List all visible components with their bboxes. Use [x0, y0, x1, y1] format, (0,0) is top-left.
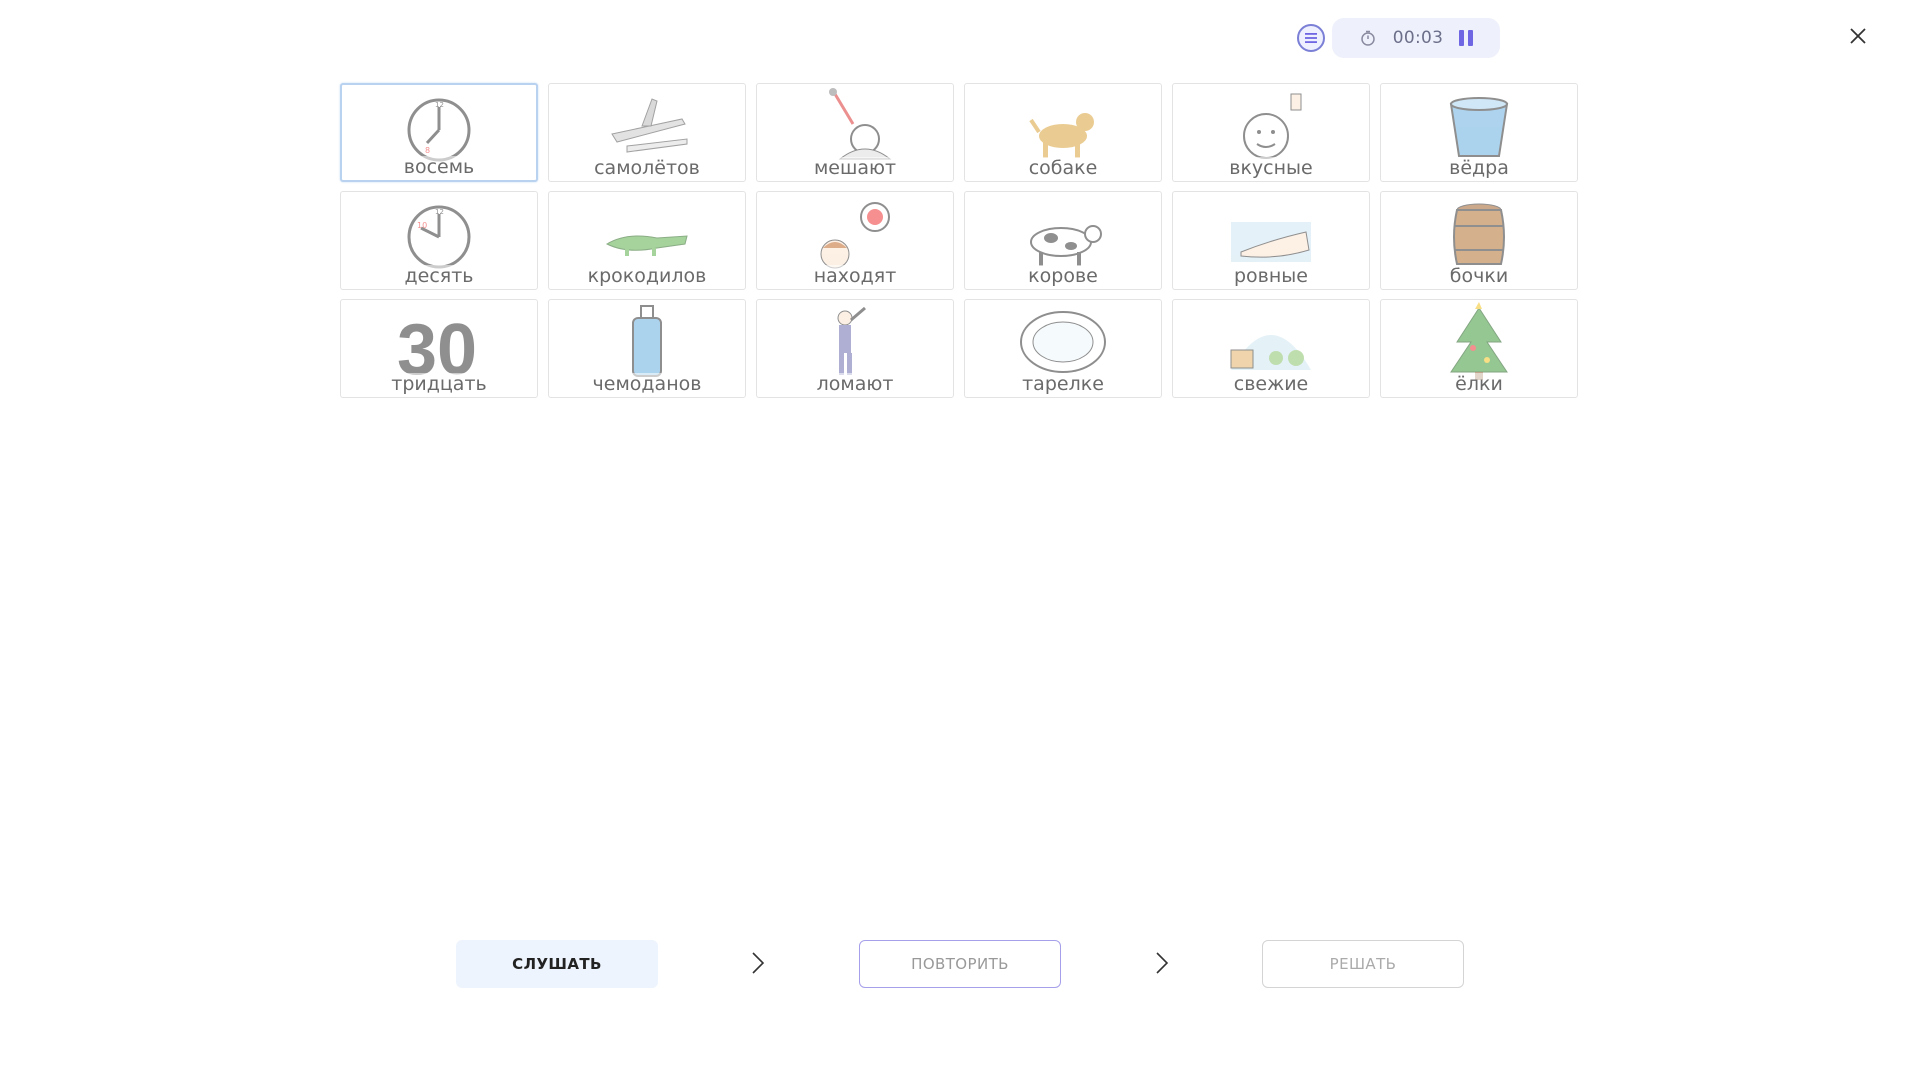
airplanes-icon — [611, 98, 688, 153]
word-card-grid: 12 8 восемь самолётов мешают собаке вкусные вёд… — [340, 83, 1578, 398]
flat-surface-icon — [1231, 222, 1311, 262]
card-word: собаке — [965, 157, 1161, 179]
stopwatch-icon — [1361, 30, 1375, 46]
card-word: находят — [757, 265, 953, 287]
card-word: тарелке — [965, 373, 1161, 395]
chevron-right-icon — [752, 952, 765, 974]
bucket-icon — [1449, 97, 1509, 157]
listen-button[interactable]: СЛУШАТЬ — [456, 940, 658, 988]
dog-icon — [1029, 113, 1094, 158]
word-card[interactable]: мешают — [756, 83, 954, 182]
word-card[interactable]: чемоданов — [548, 299, 746, 398]
card-picture — [549, 300, 745, 380]
card-word: тридцать — [341, 373, 537, 395]
close-icon[interactable] — [1846, 24, 1870, 48]
card-word: свежие — [1173, 373, 1369, 395]
word-card[interactable]: самолётов — [548, 83, 746, 182]
card-word: ровные — [1173, 265, 1369, 287]
card-word: восемь — [342, 156, 536, 178]
menu-button[interactable] — [1297, 24, 1325, 52]
card-word: вёдра — [1381, 157, 1577, 179]
exercise-screen: 00:03 12 8 восемь самолётов мешают собаке вкус… — [0, 0, 1920, 1080]
card-picture: 12 10 — [341, 192, 537, 272]
card-word: ёлки — [1381, 373, 1577, 395]
timer-value: 00:03 — [1392, 28, 1444, 48]
card-word: чемоданов — [549, 373, 745, 395]
clock-ten-icon: 12 10 — [407, 205, 471, 269]
svg-text:30: 30 — [397, 310, 477, 380]
card-picture — [965, 192, 1161, 272]
word-card[interactable]: 30 тридцать — [340, 299, 538, 398]
card-picture — [757, 300, 953, 380]
disturb-icon — [829, 88, 892, 160]
plate-icon — [1020, 311, 1106, 373]
card-word: крокодилов — [549, 265, 745, 287]
barrel-icon — [1453, 203, 1505, 265]
word-card[interactable]: 12 8 восемь — [340, 83, 538, 182]
word-card[interactable]: находят — [756, 191, 954, 290]
tasty-icon — [1243, 93, 1302, 159]
word-card[interactable]: ёлки — [1380, 299, 1578, 398]
word-card[interactable]: бочки — [1380, 191, 1578, 290]
svg-text:12: 12 — [435, 208, 444, 216]
timer-pill: 00:03 — [1332, 18, 1500, 58]
cow-icon — [1030, 225, 1102, 266]
svg-text:12: 12 — [435, 101, 444, 109]
svg-text:8: 8 — [425, 146, 430, 155]
card-word: бочки — [1381, 265, 1577, 287]
card-picture — [1173, 300, 1369, 380]
word-card[interactable]: крокодилов — [548, 191, 746, 290]
card-word: корове — [965, 265, 1161, 287]
word-card[interactable]: вёдра — [1380, 83, 1578, 182]
word-card[interactable]: собаке — [964, 83, 1162, 182]
word-card[interactable]: 12 10 десять — [340, 191, 538, 290]
suitcase-icon — [632, 305, 662, 377]
christmas-tree-icon — [1450, 302, 1508, 380]
card-picture — [1381, 300, 1577, 380]
card-picture — [1381, 84, 1577, 164]
svg-text:10: 10 — [417, 221, 427, 230]
word-card[interactable]: корове — [964, 191, 1162, 290]
word-card[interactable]: вкусные — [1172, 83, 1370, 182]
card-picture: 12 8 — [342, 85, 536, 165]
find-icon — [820, 202, 890, 269]
card-word: самолётов — [549, 157, 745, 179]
card-word: мешают — [757, 157, 953, 179]
word-card[interactable]: свежие — [1172, 299, 1370, 398]
word-card[interactable]: ломают — [756, 299, 954, 398]
clock-eight-icon: 12 8 — [407, 98, 471, 162]
card-picture — [1381, 192, 1577, 272]
card-word: десять — [341, 265, 537, 287]
break-icon — [837, 306, 866, 375]
card-picture — [757, 84, 953, 164]
repeat-button[interactable]: ПОВТОРИТЬ — [859, 940, 1061, 988]
card-picture — [965, 84, 1161, 164]
card-picture — [1173, 84, 1369, 164]
card-picture — [1173, 192, 1369, 272]
word-card[interactable]: ровные — [1172, 191, 1370, 290]
card-picture — [965, 300, 1161, 380]
solve-button[interactable]: РЕШАТЬ — [1262, 940, 1464, 988]
fresh-vegetables-icon — [1230, 335, 1311, 370]
card-picture — [549, 84, 745, 164]
pause-icon[interactable] — [1459, 30, 1474, 46]
word-card[interactable]: тарелке — [964, 299, 1162, 398]
chevron-right-icon — [1156, 952, 1169, 974]
card-word: ломают — [757, 373, 953, 395]
card-word: вкусные — [1173, 157, 1369, 179]
list-icon — [1305, 33, 1317, 43]
crocodile-icon — [605, 235, 688, 256]
card-picture — [549, 192, 745, 272]
card-picture — [757, 192, 953, 272]
number-thirty-icon: 30 — [397, 310, 477, 380]
card-picture: 30 — [341, 300, 537, 380]
